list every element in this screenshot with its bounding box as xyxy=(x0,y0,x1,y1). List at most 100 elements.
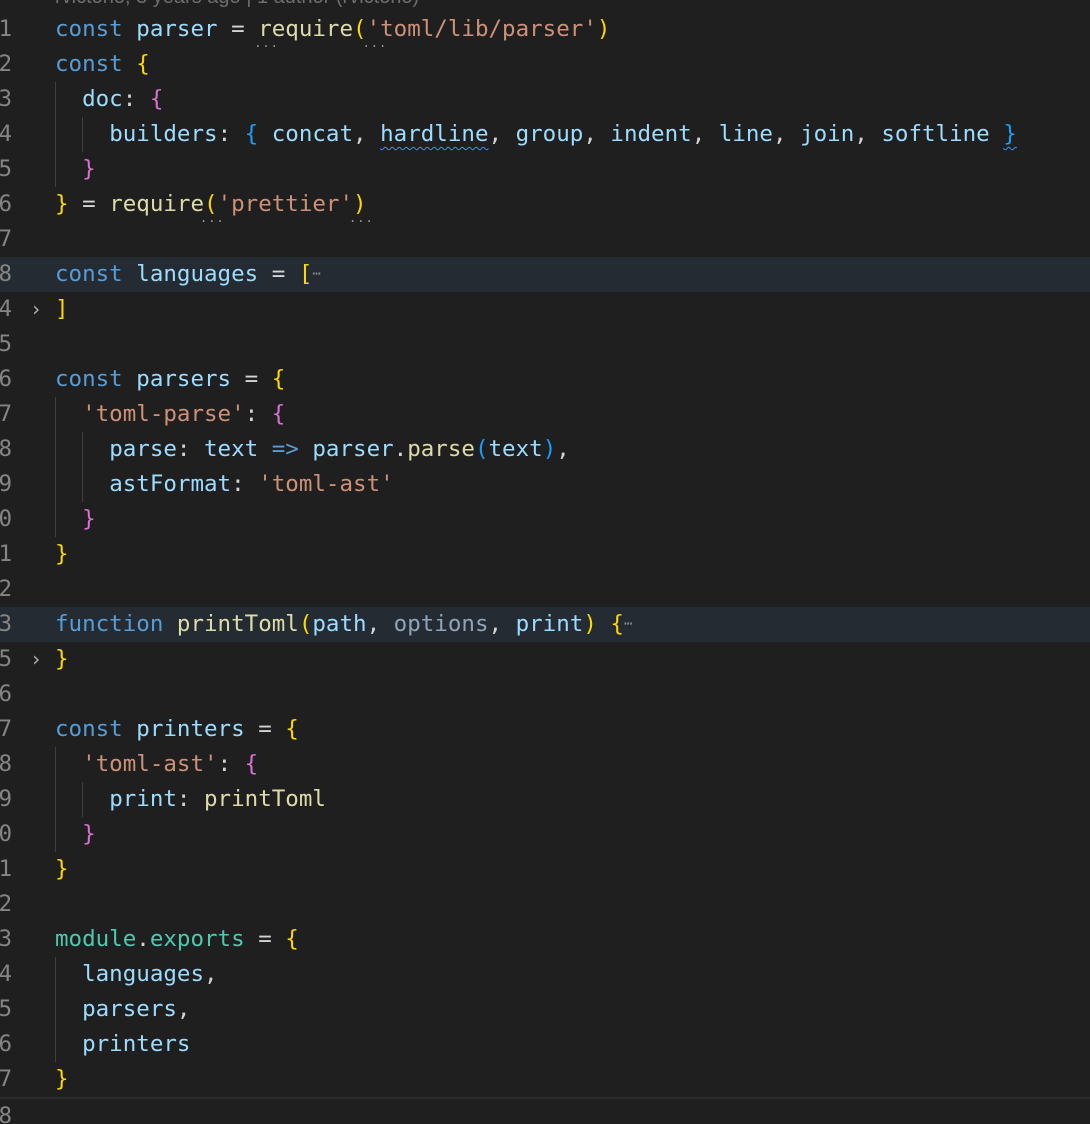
line-number[interactable]: 6 xyxy=(0,362,12,397)
code-token: , xyxy=(204,961,218,987)
line-number[interactable]: 6 xyxy=(0,1027,12,1062)
code-token: ) xyxy=(583,611,597,637)
line-number[interactable]: 1 xyxy=(0,852,12,887)
line-number[interactable]: 9 xyxy=(0,467,12,502)
code-token: 'prettier' xyxy=(217,191,354,217)
code-text: parse: text => parser.parse(text), xyxy=(55,432,570,467)
code-token: , xyxy=(353,121,381,147)
code-line[interactable]: 4 ›] xyxy=(0,292,1090,327)
line-number[interactable]: 7 xyxy=(0,712,12,747)
code-line[interactable]: 5 xyxy=(0,327,1090,362)
line-number[interactable]: 8 xyxy=(0,432,12,467)
line-number[interactable]: 4 xyxy=(0,117,12,152)
code-line[interactable]: 5 ›} xyxy=(0,642,1090,677)
code-line[interactable]: 9 print: printToml xyxy=(0,782,1090,817)
code-line[interactable]: 0 } xyxy=(0,502,1090,537)
code-line[interactable]: 1} xyxy=(0,852,1090,887)
code-line[interactable]: 1 const parser = require('toml/lib/parser… xyxy=(0,12,1090,47)
line-number[interactable]: 8 xyxy=(0,1099,12,1124)
code-token: { xyxy=(271,401,286,427)
code-line[interactable]: 4 languages, xyxy=(0,957,1090,992)
folded-region-ellipsis-icon[interactable]: ⋯ xyxy=(312,266,320,282)
code-line[interactable]: 4 builders: { concat, hardline, group, i… xyxy=(0,117,1090,152)
code-text: ] xyxy=(55,292,69,327)
line-number[interactable]: 7 xyxy=(0,397,12,432)
code-token: { xyxy=(136,51,150,77)
code-token: function xyxy=(55,611,164,637)
line-number[interactable]: 7 xyxy=(0,1062,12,1097)
line-number[interactable]: 0 xyxy=(0,502,12,537)
code-line[interactable]: 6} = require('prettier') xyxy=(0,187,1090,222)
code-line[interactable]: 8 parse: text => parser.parse(text), xyxy=(0,432,1090,467)
code-token: , xyxy=(488,121,516,147)
line-number[interactable]: 6 xyxy=(0,187,12,222)
code-text: } xyxy=(55,642,69,677)
line-number[interactable]: 7 xyxy=(0,222,12,257)
line-number[interactable]: 3 xyxy=(0,922,12,957)
code-token: } xyxy=(1003,121,1017,147)
code-line[interactable]: 6 printers xyxy=(0,1027,1090,1062)
code-line[interactable]: 6 const parsers = { xyxy=(0,362,1090,397)
line-number[interactable]: 2 xyxy=(0,572,12,607)
line-number[interactable]: 1 xyxy=(0,537,12,572)
code-token: , xyxy=(772,121,801,147)
code-line[interactable]: 0 } xyxy=(0,817,1090,852)
line-number[interactable]: 3 xyxy=(0,607,12,642)
code-text: 'toml-ast': { xyxy=(55,747,258,782)
code-line[interactable]: 7 const printers = { xyxy=(0,712,1090,747)
code-token: doc xyxy=(82,86,123,112)
line-number[interactable]: 5 xyxy=(0,992,12,1027)
code-line[interactable]: 8 'toml-ast': { xyxy=(0,747,1090,782)
code-token: : xyxy=(217,121,245,147)
code-line[interactable]: 2 xyxy=(0,887,1090,922)
code-token: = xyxy=(217,16,259,42)
git-blame-annotation[interactable]: rvictorio, 3 years ago | 1 author (rvict… xyxy=(55,0,419,8)
code-line[interactable]: 8 const languages = [⋯ xyxy=(0,257,1090,292)
code-line[interactable]: 7 xyxy=(0,222,1090,257)
code-line[interactable]: 3 module.exports = { xyxy=(0,922,1090,957)
code-line[interactable]: 1} xyxy=(0,537,1090,572)
line-number[interactable]: 0 xyxy=(0,817,12,852)
line-number[interactable]: 1 xyxy=(0,12,12,47)
line-number[interactable]: 4 xyxy=(0,292,12,327)
line-number[interactable]: 5 xyxy=(0,327,12,362)
folded-region-ellipsis-icon[interactable]: ⋯ xyxy=(624,616,632,632)
code-line[interactable]: 5 parsers, xyxy=(0,992,1090,1027)
line-number[interactable]: 8 xyxy=(0,747,12,782)
line-number[interactable]: 9 xyxy=(0,782,12,817)
code-text: print: printToml xyxy=(55,782,326,817)
code-line[interactable]: 3 function printToml(path, options, print… xyxy=(0,607,1090,642)
code-token: ( xyxy=(298,611,313,637)
chevron-right-icon[interactable]: › xyxy=(24,292,48,327)
code-token: const xyxy=(55,51,123,77)
code-line[interactable]: 6 xyxy=(0,677,1090,712)
code-token: { xyxy=(149,86,164,112)
code-line[interactable]: 2 xyxy=(0,572,1090,607)
line-number[interactable]: 2 xyxy=(0,47,12,82)
line-number[interactable]: 4 xyxy=(0,957,12,992)
line-number[interactable]: 3 xyxy=(0,82,12,117)
code-line[interactable]: 9 astFormat: 'toml-ast' xyxy=(0,467,1090,502)
code-line[interactable]: 7} xyxy=(0,1062,1090,1097)
code-line[interactable]: 5 } xyxy=(0,152,1090,187)
chevron-right-icon[interactable]: › xyxy=(24,642,48,677)
code-token: . xyxy=(136,926,150,952)
code-line[interactable]: 3 doc: { xyxy=(0,82,1090,117)
line-number[interactable]: 8 xyxy=(0,257,12,292)
line-number[interactable]: 6 xyxy=(0,677,12,712)
code-editor[interactable]: 1const parser = require('toml/lib/parser… xyxy=(0,12,1090,1124)
code-line[interactable]: 7 'toml-parse': { xyxy=(0,397,1090,432)
code-line[interactable]: 8 xyxy=(0,1097,1090,1124)
code-line[interactable]: 2 const { xyxy=(0,47,1090,82)
code-text: const parsers = { xyxy=(55,362,285,397)
line-number[interactable]: 2 xyxy=(0,887,12,922)
line-number[interactable]: 5 xyxy=(0,642,12,677)
line-number[interactable]: 5 xyxy=(0,152,12,187)
